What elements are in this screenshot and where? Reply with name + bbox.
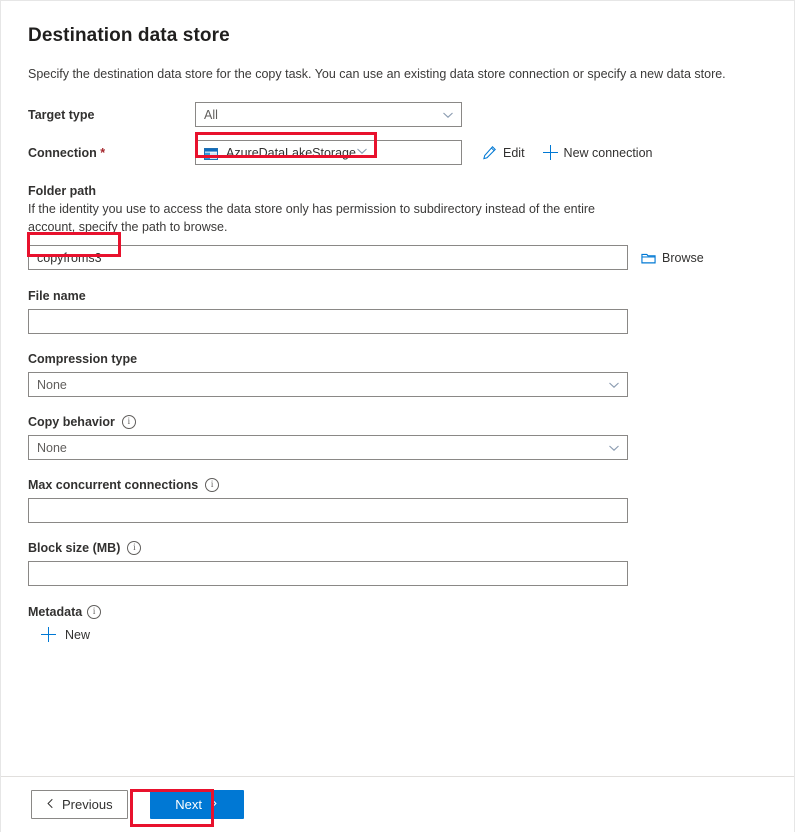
folder-path-help: If the identity you use to access the da… bbox=[28, 200, 628, 236]
plus-icon bbox=[543, 145, 558, 160]
required-marker: * bbox=[100, 146, 105, 160]
page-description: Specify the destination data store for t… bbox=[28, 65, 768, 83]
folder-path-input-row: Browse bbox=[28, 245, 768, 270]
metadata-group: Metadata i New bbox=[28, 605, 768, 647]
azure-data-lake-storage-icon bbox=[204, 147, 218, 159]
folder-path-label: Folder path bbox=[28, 184, 768, 198]
max-concurrent-connections-label-text: Max concurrent connections bbox=[28, 478, 198, 492]
folder-icon bbox=[641, 251, 656, 265]
connection-value: AzureDataLakeStorage bbox=[226, 146, 356, 160]
info-icon[interactable]: i bbox=[205, 478, 219, 492]
info-icon[interactable]: i bbox=[87, 605, 101, 619]
metadata-new-label: New bbox=[65, 628, 90, 642]
folder-path-input[interactable] bbox=[28, 245, 628, 270]
page-title: Destination data store bbox=[28, 23, 768, 49]
block-size-label: Block size (MB) i bbox=[28, 541, 768, 555]
chevron-left-icon bbox=[46, 797, 55, 812]
copy-behavior-value: None bbox=[37, 441, 67, 455]
target-type-select[interactable]: All bbox=[195, 102, 462, 127]
new-connection-label: New connection bbox=[564, 146, 653, 160]
chevron-right-icon bbox=[209, 797, 218, 812]
file-name-input[interactable] bbox=[28, 309, 628, 334]
copy-behavior-label-text: Copy behavior bbox=[28, 415, 115, 429]
chevron-down-icon bbox=[356, 144, 368, 162]
metadata-label: Metadata i bbox=[28, 605, 768, 619]
chevron-down-icon bbox=[442, 109, 454, 121]
copy-behavior-label: Copy behavior i bbox=[28, 415, 768, 429]
file-name-label: File name bbox=[28, 289, 768, 303]
metadata-new-button[interactable]: New bbox=[41, 627, 90, 642]
previous-label: Previous bbox=[62, 797, 113, 812]
browse-button[interactable]: Browse bbox=[641, 251, 704, 265]
block-size-group: Block size (MB) i bbox=[28, 541, 768, 586]
compression-type-value: None bbox=[37, 378, 67, 392]
info-icon[interactable]: i bbox=[127, 541, 141, 555]
pencil-icon bbox=[482, 145, 497, 160]
panel-content: Destination data store Specify the desti… bbox=[1, 1, 794, 776]
connection-select[interactable]: AzureDataLakeStorage bbox=[195, 140, 462, 165]
wizard-footer: Previous Next bbox=[1, 776, 794, 832]
chevron-down-icon bbox=[608, 379, 620, 391]
edit-connection-label: Edit bbox=[503, 146, 525, 160]
file-name-group: File name bbox=[28, 289, 768, 334]
compression-type-label: Compression type bbox=[28, 352, 768, 366]
connection-label: Connection * bbox=[28, 146, 195, 160]
compression-type-select[interactable]: None bbox=[28, 372, 628, 397]
destination-data-store-panel: Destination data store Specify the desti… bbox=[0, 0, 795, 832]
folder-path-group: Folder path If the identity you use to a… bbox=[28, 184, 768, 270]
copy-behavior-select[interactable]: None bbox=[28, 435, 628, 460]
target-type-label: Target type bbox=[28, 108, 195, 122]
max-concurrent-connections-label: Max concurrent connections i bbox=[28, 478, 768, 492]
target-type-row: Target type All bbox=[28, 102, 768, 127]
max-concurrent-connections-input[interactable] bbox=[28, 498, 628, 523]
metadata-label-text: Metadata bbox=[28, 605, 82, 619]
next-label: Next bbox=[175, 797, 202, 812]
target-type-value: All bbox=[204, 108, 218, 122]
connection-label-text: Connection bbox=[28, 146, 97, 160]
browse-label: Browse bbox=[662, 251, 704, 265]
copy-behavior-group: Copy behavior i None bbox=[28, 415, 768, 460]
max-concurrent-connections-group: Max concurrent connections i bbox=[28, 478, 768, 523]
new-connection-button[interactable]: New connection bbox=[543, 145, 653, 160]
chevron-down-icon bbox=[608, 442, 620, 454]
block-size-label-text: Block size (MB) bbox=[28, 541, 120, 555]
info-icon[interactable]: i bbox=[122, 415, 136, 429]
block-size-input[interactable] bbox=[28, 561, 628, 586]
connection-row: Connection * AzureDataLakeStorage bbox=[28, 140, 768, 165]
next-button[interactable]: Next bbox=[150, 790, 244, 819]
previous-button[interactable]: Previous bbox=[31, 790, 128, 819]
plus-icon bbox=[41, 627, 56, 642]
compression-type-group: Compression type None bbox=[28, 352, 768, 397]
edit-connection-button[interactable]: Edit bbox=[482, 145, 525, 160]
connection-select-wrap: AzureDataLakeStorage bbox=[195, 140, 462, 165]
